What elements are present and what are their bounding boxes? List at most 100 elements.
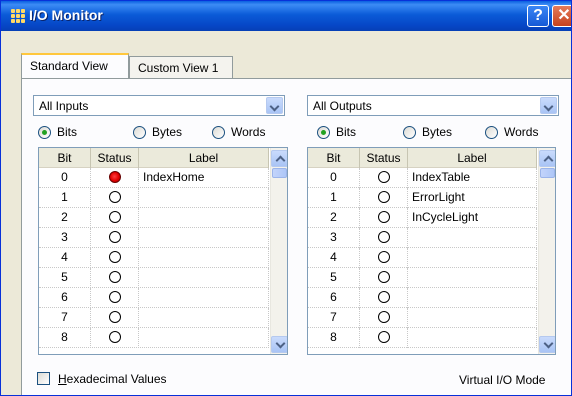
- table-row[interactable]: 4: [308, 248, 537, 268]
- column-header-status[interactable]: Status: [360, 148, 408, 168]
- column-header-label[interactable]: Label: [139, 148, 269, 168]
- label-cell[interactable]: [139, 288, 269, 308]
- status-off-icon[interactable]: [377, 331, 390, 343]
- label-cell[interactable]: [139, 208, 269, 228]
- table-row[interactable]: 6: [39, 288, 269, 308]
- label-cell[interactable]: [408, 228, 537, 248]
- status-off-icon[interactable]: [108, 291, 121, 303]
- table-row[interactable]: 3: [39, 228, 269, 248]
- label-cell[interactable]: [408, 268, 537, 288]
- table-row[interactable]: 2 InCycleLight: [308, 208, 537, 228]
- label-cell[interactable]: [408, 328, 537, 348]
- status-off-icon[interactable]: [377, 231, 390, 243]
- status-off-icon[interactable]: [377, 191, 390, 203]
- outputs-radio-bytes[interactable]: Bytes: [403, 125, 452, 139]
- radio-unchecked-icon[interactable]: [403, 125, 416, 139]
- status-off-icon[interactable]: [377, 291, 390, 303]
- table-row[interactable]: 8: [308, 328, 537, 348]
- help-button[interactable]: ?: [527, 5, 549, 27]
- radio-checked-icon[interactable]: [317, 125, 330, 139]
- status-cell: [360, 248, 408, 268]
- status-off-icon[interactable]: [377, 311, 390, 323]
- table-row[interactable]: 1: [39, 188, 269, 208]
- window-title: I/O Monitor: [29, 7, 103, 23]
- status-off-icon[interactable]: [377, 211, 390, 223]
- status-off-icon[interactable]: [108, 191, 121, 203]
- status-off-icon[interactable]: [108, 211, 121, 223]
- status-off-icon[interactable]: [377, 271, 390, 283]
- status-on-icon[interactable]: [108, 171, 121, 183]
- table-row[interactable]: 4: [39, 248, 269, 268]
- outputs-filter-value: All Outputs: [313, 99, 372, 113]
- label-cell[interactable]: [139, 228, 269, 248]
- table-row[interactable]: 7: [308, 308, 537, 328]
- column-header-status[interactable]: Status: [91, 148, 139, 168]
- inputs-filter-dropdown[interactable]: All Inputs: [33, 95, 285, 116]
- inputs-radio-words[interactable]: Words: [212, 125, 265, 139]
- radio-unchecked-icon[interactable]: [485, 125, 498, 139]
- table-row[interactable]: 0 IndexHome: [39, 168, 269, 188]
- close-button[interactable]: ✕: [552, 5, 571, 27]
- table-row[interactable]: 2: [39, 208, 269, 228]
- label-cell[interactable]: [139, 248, 269, 268]
- label-cell[interactable]: InCycleLight: [408, 208, 537, 228]
- outputs-radio-words[interactable]: Words: [485, 125, 538, 139]
- table-row[interactable]: 7: [39, 308, 269, 328]
- chevron-down-icon[interactable]: [266, 97, 283, 114]
- scroll-down-icon[interactable]: [539, 336, 555, 353]
- io-monitor-window: I/O Monitor ? ✕ Standard View Custom Vie…: [0, 0, 572, 396]
- radio-unchecked-icon[interactable]: [212, 125, 225, 139]
- label-cell[interactable]: IndexHome: [139, 168, 269, 188]
- label-cell[interactable]: [139, 268, 269, 288]
- scroll-thumb[interactable]: [540, 168, 555, 178]
- status-off-icon[interactable]: [108, 231, 121, 243]
- label-cell[interactable]: [408, 288, 537, 308]
- outputs-radio-bits[interactable]: Bits: [317, 125, 356, 139]
- column-header-bit[interactable]: Bit: [39, 148, 91, 168]
- chevron-down-icon[interactable]: [540, 97, 557, 114]
- title-bar[interactable]: I/O Monitor ? ✕: [1, 1, 571, 31]
- table-row[interactable]: 5: [39, 268, 269, 288]
- status-off-icon[interactable]: [108, 311, 121, 323]
- status-off-icon[interactable]: [377, 171, 390, 183]
- label-cell[interactable]: [408, 308, 537, 328]
- bit-number: 3: [39, 228, 91, 248]
- outputs-scrollbar[interactable]: [538, 148, 555, 354]
- table-row[interactable]: 0 IndexTable: [308, 168, 537, 188]
- tab-custom-view-1[interactable]: Custom View 1: [129, 56, 233, 78]
- column-header-bit[interactable]: Bit: [308, 148, 360, 168]
- label-cell[interactable]: [408, 248, 537, 268]
- status-off-icon[interactable]: [108, 331, 121, 343]
- hexadecimal-checkbox[interactable]: [37, 372, 50, 385]
- outputs-table: Bit Status Label 0 IndexTable 1 ErrorLight 2…: [307, 147, 556, 355]
- inputs-scrollbar[interactable]: [270, 148, 287, 354]
- scroll-up-icon[interactable]: [539, 150, 555, 167]
- radio-unchecked-icon[interactable]: [133, 125, 146, 139]
- label-cell[interactable]: [139, 328, 269, 348]
- table-row[interactable]: 5: [308, 268, 537, 288]
- outputs-filter-dropdown[interactable]: All Outputs: [307, 95, 559, 116]
- scroll-down-icon[interactable]: [271, 336, 287, 353]
- status-off-icon[interactable]: [377, 251, 390, 263]
- table-row[interactable]: 3: [308, 228, 537, 248]
- table-row[interactable]: 8: [39, 328, 269, 348]
- label-cell[interactable]: IndexTable: [408, 168, 537, 188]
- label-cell[interactable]: [139, 188, 269, 208]
- table-row[interactable]: 6: [308, 288, 537, 308]
- tab-standard-view[interactable]: Standard View: [21, 53, 129, 78]
- scroll-thumb[interactable]: [272, 168, 287, 178]
- inputs-radio-bytes[interactable]: Bytes: [133, 125, 182, 139]
- label-cell[interactable]: ErrorLight: [408, 188, 537, 208]
- label-cell[interactable]: [139, 308, 269, 328]
- hexadecimal-label[interactable]: Hexadecimal Values: [58, 372, 167, 386]
- status-off-icon[interactable]: [108, 271, 121, 283]
- status-cell: [91, 168, 139, 188]
- column-header-label[interactable]: Label: [408, 148, 537, 168]
- scroll-up-icon[interactable]: [271, 150, 287, 167]
- status-off-icon[interactable]: [108, 251, 121, 263]
- inputs-radio-bits[interactable]: Bits: [38, 125, 77, 139]
- status-cell: [360, 208, 408, 228]
- radio-checked-icon[interactable]: [38, 125, 51, 139]
- bit-number: 8: [308, 328, 360, 348]
- table-row[interactable]: 1 ErrorLight: [308, 188, 537, 208]
